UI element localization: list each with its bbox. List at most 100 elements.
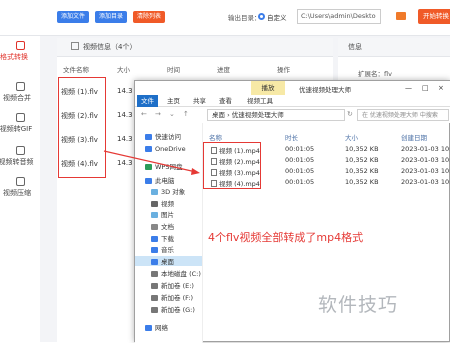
nav-item-label: OneDrive xyxy=(155,145,186,153)
nav-item-label: WPS网盘 xyxy=(155,163,183,171)
panel-title: 视频信息（4个） xyxy=(57,38,333,57)
maximize-icon[interactable]: □ xyxy=(422,84,429,92)
folder-icon[interactable] xyxy=(396,12,406,20)
minimize-icon[interactable]: — xyxy=(405,84,412,92)
file-size: 10,352 KB xyxy=(345,178,379,186)
nav-item-label: 文档 xyxy=(161,223,174,231)
ribbon-tabs: 文件 主页 共享 查看 视频工具 xyxy=(135,95,450,107)
nav-item-label: 网络 xyxy=(155,324,168,332)
clear-list-button[interactable]: 清除列表 xyxy=(133,11,165,23)
nav-item[interactable]: 下载 xyxy=(151,233,174,243)
ribbon-tab-share[interactable]: 共享 xyxy=(189,95,210,107)
nav-item[interactable]: 本地磁盘 (C:) xyxy=(151,268,201,278)
nav-item[interactable]: 文档 xyxy=(151,221,174,231)
ribbon-tab-video-tools[interactable]: 视频工具 xyxy=(243,95,277,107)
highlight-mp4-box xyxy=(203,142,261,189)
sidebar-item-merge[interactable]: 视频合并 xyxy=(0,82,40,103)
explorer-titlebar: 播放 优速视频处理大师 — □ × xyxy=(135,81,450,95)
start-convert-button[interactable]: 开始转换 xyxy=(418,9,450,24)
nav-item[interactable]: OneDrive xyxy=(145,145,186,153)
file-duration: 00:01:05 xyxy=(285,145,315,153)
file-date: 2023-01-03 10:... xyxy=(401,167,450,175)
disk-icon xyxy=(151,283,158,289)
nav-item-label: 新加卷 (G:) xyxy=(161,306,195,314)
sidebar-item-format[interactable]: 格式转换 xyxy=(0,41,40,62)
nav-item-label: 3D 对象 xyxy=(161,188,186,196)
nav-item[interactable]: 3D 对象 xyxy=(151,186,185,196)
nav-item[interactable]: 图片 xyxy=(151,209,174,219)
col-size[interactable]: 大小 xyxy=(345,132,358,142)
nav-item-label: 图片 xyxy=(161,211,174,219)
window-title: 优速视频处理大师 xyxy=(299,86,351,94)
file-date: 2023-01-03 10:... xyxy=(401,156,450,164)
output-dir-label: 输出目录： xyxy=(228,14,261,22)
row-size: 14.3 xyxy=(117,87,133,95)
nav-item-label: 快速访问 xyxy=(155,133,181,141)
file-size: 10,352 KB xyxy=(345,167,379,175)
nav-item[interactable]: 音乐 xyxy=(151,244,174,254)
nav-item-label: 下载 xyxy=(161,235,174,243)
output-path-input[interactable]: C:\Users\admin\Deskto xyxy=(297,9,381,24)
col-time: 时间 xyxy=(167,66,180,74)
row-size: 14.3 xyxy=(117,135,133,143)
info-extension: 扩展名：flv xyxy=(358,70,392,78)
file-explorer-window: 播放 优速视频处理大师 — □ × 文件 主页 共享 查看 视频工具 ← → ⌄… xyxy=(134,80,450,343)
col-progress: 进度 xyxy=(217,66,230,74)
watermark: 软件技巧 xyxy=(318,294,399,316)
col-filename: 文件名称 xyxy=(63,66,89,74)
picture-icon xyxy=(151,212,158,218)
file-date: 2023-01-03 10:... xyxy=(401,145,450,153)
nav-item-label: 新加卷 (E:) xyxy=(161,282,194,290)
nav-item[interactable]: 桌面 xyxy=(135,256,202,266)
annotation-text: 4个flv视频全部转成了mp4格式 xyxy=(208,231,364,244)
close-icon[interactable]: × xyxy=(438,84,444,92)
address-bar-row: ← → ⌄ ↑ 桌面 › 优速视频处理大师 ↻ 在 优速视频处理大师 中搜索 xyxy=(135,107,450,123)
add-file-button[interactable]: 添加文件 xyxy=(57,11,89,23)
search-input[interactable]: 在 优速视频处理大师 中搜索 xyxy=(357,109,449,121)
nav-item-label: 视频 xyxy=(161,200,174,208)
play-tab[interactable]: 播放 xyxy=(251,81,285,95)
nav-item[interactable]: 新加卷 (E:) xyxy=(151,280,194,290)
nav-item[interactable]: 新加卷 (G:) xyxy=(151,304,195,314)
ribbon-tab-view[interactable]: 查看 xyxy=(215,95,236,107)
nav-item[interactable]: 快速访问 xyxy=(145,131,181,141)
custom-radio[interactable] xyxy=(258,13,265,20)
disk-icon xyxy=(151,271,158,277)
gif-icon xyxy=(15,113,25,122)
up-icon[interactable]: ↑ xyxy=(183,110,189,118)
add-dir-button[interactable]: 添加目录 xyxy=(95,11,127,23)
ribbon-tab-file[interactable]: 文件 xyxy=(137,95,158,107)
top-toolbar: 添加文件 添加目录 清除列表 输出目录： 自定义 C:\Users\admin\… xyxy=(0,0,450,36)
nav-item[interactable]: WPS网盘 xyxy=(145,161,182,171)
back-icon[interactable]: ← xyxy=(141,110,147,118)
disk-icon xyxy=(151,307,158,313)
file-date: 2023-01-03 10:... xyxy=(401,178,450,186)
nav-item[interactable]: 新加卷 (F:) xyxy=(151,292,193,302)
nav-item-label: 新加卷 (F:) xyxy=(161,294,194,302)
row-size: 14.3 xyxy=(117,111,133,119)
nav-item-label: 桌面 xyxy=(161,258,174,266)
navigation-pane: 快速访问 OneDrive WPS网盘此电脑 3D 对象视频图片文档下载 音乐桌面本地磁… xyxy=(135,123,203,343)
address-input[interactable]: 桌面 › 优速视频处理大师 xyxy=(207,109,345,121)
cube-icon xyxy=(151,189,158,195)
nav-item[interactable]: 视频 xyxy=(151,198,174,208)
disk-icon xyxy=(151,295,158,301)
nav-item[interactable]: 网络 xyxy=(145,322,168,332)
sidebar-item-compress[interactable]: 视频压缩 xyxy=(0,177,40,198)
sidebar-item-audio[interactable]: 视频转音频 xyxy=(0,146,40,167)
col-date[interactable]: 创建日期 xyxy=(401,132,427,142)
pc-icon xyxy=(145,178,152,184)
refresh-icon[interactable]: ↻ xyxy=(347,110,353,118)
info-title: 信息 xyxy=(338,38,450,57)
video-icon xyxy=(151,201,158,207)
chevron-down-icon[interactable]: ⌄ xyxy=(169,110,175,118)
custom-radio-label: 自定义 xyxy=(267,14,287,22)
col-name[interactable]: 名称 xyxy=(209,132,222,142)
sidebar-item-gif[interactable]: 视频转GIF xyxy=(0,113,40,134)
ribbon-tab-home[interactable]: 主页 xyxy=(163,95,184,107)
nav-item-label: 此电脑 xyxy=(155,177,175,185)
col-duration[interactable]: 时长 xyxy=(285,132,298,142)
forward-icon[interactable]: → xyxy=(155,110,161,118)
nav-item[interactable]: 此电脑 xyxy=(145,175,175,185)
file-size: 10,352 KB xyxy=(345,145,379,153)
